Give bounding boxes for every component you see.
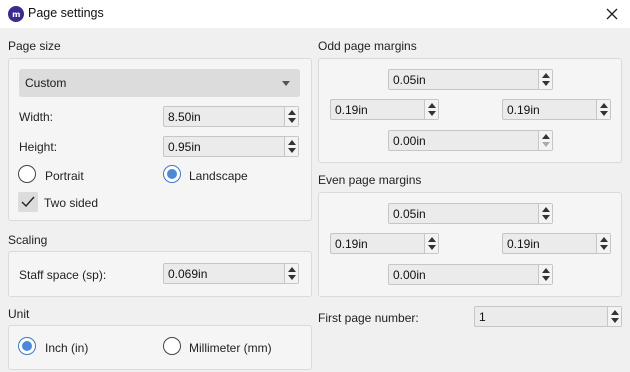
even-right-margin-spinbox[interactable]: 0.19in [502, 233, 611, 254]
step-down-icon[interactable] [542, 215, 550, 220]
even-left-margin-spinbox[interactable]: 0.19in [330, 233, 439, 254]
even-bottom-margin-spinbox[interactable]: 0.00in [388, 264, 553, 285]
step-up-icon[interactable] [428, 103, 436, 108]
unit-title: Unit [8, 307, 30, 321]
scaling-title: Scaling [8, 233, 48, 247]
odd-left-margin-stepper[interactable] [424, 100, 438, 119]
first-page-number-spinbox[interactable]: 1 [474, 306, 622, 327]
musescore-logo-icon: m [8, 6, 24, 22]
staff-space-spinbox[interactable]: 0.069in [163, 263, 299, 284]
height-spinbox[interactable]: 0.95in [163, 136, 299, 157]
step-down-icon[interactable] [288, 118, 296, 123]
step-down-icon[interactable] [288, 148, 296, 153]
millimeter-radio[interactable] [163, 337, 181, 355]
step-up-icon[interactable] [542, 207, 550, 212]
staff-space-label: Staff space (sp): [19, 268, 107, 282]
odd-top-margin-stepper[interactable] [538, 70, 552, 89]
title-bar: m Page settings [0, 0, 630, 28]
odd-top-margin-spinbox[interactable]: 0.05in [388, 69, 553, 90]
two-sided-label[interactable]: Two sided [44, 196, 98, 210]
landscape-radio[interactable] [163, 165, 181, 183]
odd-right-margin-value: 0.19in [507, 103, 540, 117]
even-right-margin-value: 0.19in [507, 237, 540, 251]
even-top-margin-stepper[interactable] [538, 204, 552, 223]
step-down-icon[interactable] [600, 111, 608, 116]
page-size-dropdown-value: Custom [25, 76, 67, 90]
staff-space-value: 0.069in [168, 267, 208, 281]
portrait-radio[interactable] [18, 165, 36, 183]
step-down-icon[interactable] [611, 318, 619, 323]
even-bottom-margin-value: 0.00in [393, 268, 426, 282]
step-down-icon[interactable] [428, 245, 436, 250]
chevron-down-icon [282, 81, 290, 86]
step-up-icon[interactable] [611, 310, 619, 315]
landscape-label[interactable]: Landscape [189, 169, 248, 183]
odd-bottom-margin-stepper[interactable] [538, 131, 552, 150]
checkmark-icon [21, 196, 35, 208]
portrait-label[interactable]: Portrait [45, 169, 84, 183]
first-page-number-label: First page number: [318, 311, 419, 325]
step-up-icon[interactable] [288, 110, 296, 115]
step-down-icon[interactable] [542, 276, 550, 281]
height-label: Height: [19, 140, 58, 154]
odd-left-margin-spinbox[interactable]: 0.19in [330, 99, 439, 120]
even-top-margin-value: 0.05in [393, 207, 426, 221]
step-up-icon[interactable] [288, 140, 296, 145]
odd-right-margin-stepper[interactable] [596, 100, 610, 119]
odd-right-margin-spinbox[interactable]: 0.19in [502, 99, 611, 120]
staff-space-stepper[interactable] [284, 264, 298, 283]
step-down-icon[interactable] [428, 111, 436, 116]
first-page-number-value: 1 [479, 310, 486, 324]
page-size-dropdown[interactable]: Custom [19, 69, 300, 97]
page-size-title: Page size [8, 39, 61, 53]
width-spinbox[interactable]: 8.50in [163, 106, 299, 127]
even-margins-title: Even page margins [318, 173, 422, 187]
inch-label[interactable]: Inch (in) [45, 341, 88, 355]
height-value: 0.95in [168, 140, 201, 154]
window-title: Page settings [28, 6, 104, 20]
odd-bottom-margin-spinbox[interactable]: 0.00in [388, 130, 553, 151]
step-up-icon[interactable] [542, 73, 550, 78]
inch-radio[interactable] [18, 337, 36, 355]
width-stepper[interactable] [284, 107, 298, 126]
step-up-icon[interactable] [428, 237, 436, 242]
even-right-margin-stepper[interactable] [596, 234, 610, 253]
close-button[interactable] [600, 2, 624, 26]
width-label: Width: [19, 110, 54, 124]
height-stepper[interactable] [284, 137, 298, 156]
two-sided-checkbox[interactable] [18, 192, 38, 212]
even-bottom-margin-stepper[interactable] [538, 265, 552, 284]
step-up-icon[interactable] [600, 103, 608, 108]
even-top-margin-spinbox[interactable]: 0.05in [388, 203, 553, 224]
odd-margins-title: Odd page margins [318, 39, 417, 53]
width-value: 8.50in [168, 110, 201, 124]
step-up-icon[interactable] [542, 268, 550, 273]
even-left-margin-value: 0.19in [335, 237, 368, 251]
step-down-icon [542, 142, 550, 147]
even-left-margin-stepper[interactable] [424, 234, 438, 253]
step-up-icon[interactable] [600, 237, 608, 242]
millimeter-label[interactable]: Millimeter (mm) [189, 341, 272, 355]
odd-left-margin-value: 0.19in [335, 103, 368, 117]
first-page-number-stepper[interactable] [607, 307, 621, 326]
step-up-icon[interactable] [288, 267, 296, 272]
close-icon [606, 8, 618, 20]
step-down-icon[interactable] [600, 245, 608, 250]
step-down-icon[interactable] [542, 81, 550, 86]
odd-bottom-margin-value: 0.00in [393, 134, 426, 148]
step-up-icon[interactable] [542, 134, 550, 139]
step-down-icon[interactable] [288, 275, 296, 280]
odd-top-margin-value: 0.05in [393, 73, 426, 87]
